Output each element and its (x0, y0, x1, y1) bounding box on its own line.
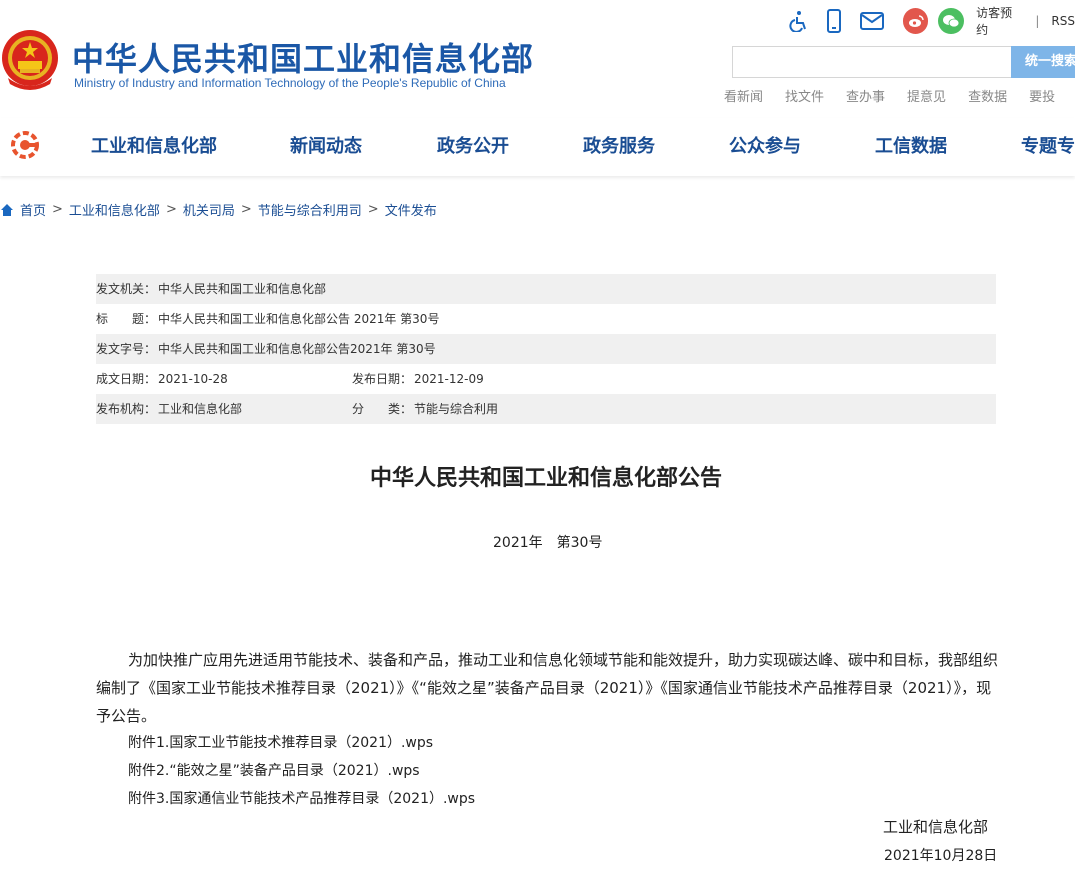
metadata-row-title: 标 题： 中华人民共和国工业和信息化部公告 2021年 第30号 (96, 304, 996, 334)
signature-org: 工业和信息化部 (883, 818, 989, 836)
written-date-value: 2021-10-28 (158, 372, 228, 386)
attachment-link-1[interactable]: 附件1.国家工业节能技术推荐目录（2021）.wps (128, 732, 433, 752)
docno-value: 中华人民共和国工业和信息化部公告2021年 第30号 (158, 342, 436, 356)
nav-item-gov-services[interactable]: 政务服务 (583, 132, 655, 158)
docno-label: 发文字号： (96, 342, 157, 356)
breadcrumb-documents[interactable]: 文件发布 (385, 200, 437, 219)
quick-links: 看新闻 找文件 查办事 提意见 查数据 要投 (724, 86, 1075, 105)
nav-item-data[interactable]: 工信数据 (875, 132, 947, 158)
org-value: 工业和信息化部 (158, 402, 243, 416)
weibo-icon[interactable] (902, 8, 929, 34)
attachment-link-2[interactable]: 附件2.“能效之星”装备产品目录（2021）.wps (128, 760, 420, 780)
metadata-row-issuer: 发文机关： 中华人民共和国工业和信息化部 (96, 274, 996, 304)
metadata-row-docno: 发文字号： 中华人民共和国工业和信息化部公告2021年 第30号 (96, 334, 996, 364)
quick-link-data[interactable]: 查数据 (968, 86, 1007, 105)
title-label: 标 题： (96, 312, 157, 326)
document-title: 中华人民共和国工业和信息化部公告 (369, 466, 722, 491)
quick-link-feedback[interactable]: 提意见 (907, 86, 946, 105)
metadata-row-org: 发布机构： 工业和信息化部 分 类： 节能与综合利用 (96, 394, 996, 424)
document-metadata-table: 发文机关： 中华人民共和国工业和信息化部 标 题： 中华人民共和国工业和信息化部… (96, 274, 996, 424)
nav-item-miit[interactable]: 工业和信息化部 (91, 132, 217, 158)
written-date-label: 成文日期： (96, 372, 157, 386)
search-button[interactable]: 统一搜索 (1011, 46, 1075, 78)
breadcrumb-separator: > (367, 202, 379, 217)
site-subtitle: Ministry of Industry and Information Tec… (74, 76, 506, 90)
document-body: 为加快推广应用先进适用节能技术、装备和产品，推动工业和信息化领域节能和能效提升，… (96, 651, 999, 725)
quick-link-services[interactable]: 查办事 (846, 86, 885, 105)
wechat-icon[interactable] (938, 8, 965, 34)
separator: | (1035, 14, 1040, 28)
breadcrumb-energy-saving-dept[interactable]: 节能与综合利用司 (258, 200, 362, 219)
breadcrumb-separator: > (165, 202, 177, 217)
quick-link-complaint[interactable]: 要投 (1029, 86, 1055, 105)
attachment-link-3[interactable]: 附件3.国家通信业节能技术产品推荐目录（2021）.wps (128, 788, 475, 808)
published-date-value: 2021-12-09 (414, 372, 484, 386)
breadcrumb: 首页 > 工业和信息化部 > 机关司局 > 节能与综合利用司 > 文件发布 (0, 200, 437, 219)
signature-date: 2021年10月28日 (884, 848, 998, 864)
nav-item-gov-affairs[interactable]: 政务公开 (437, 132, 509, 158)
breadcrumb-separator: > (240, 202, 252, 217)
category-label: 分 类： (352, 402, 413, 416)
rss-link[interactable]: RSS (1051, 14, 1075, 28)
top-utility-bar: 访客预约 | RSS (786, 6, 1075, 37)
visitor-appointment-link[interactable]: 访客预约 (976, 4, 1023, 38)
category-value: 节能与综合利用 (414, 402, 499, 416)
quick-link-files[interactable]: 找文件 (785, 86, 824, 105)
mail-icon[interactable] (857, 8, 887, 34)
site-header: 中华人民共和国工业和信息化部 Ministry of Industry and … (0, 0, 1075, 118)
mobile-icon[interactable] (822, 8, 848, 34)
breadcrumb-miit[interactable]: 工业和信息化部 (69, 200, 160, 219)
breadcrumb-departments[interactable]: 机关司局 (183, 200, 235, 219)
breadcrumb-separator: > (52, 202, 63, 217)
published-date-label: 发布日期： (352, 372, 413, 386)
issuer-value: 中华人民共和国工业和信息化部 (158, 282, 327, 296)
breadcrumb-home[interactable]: 首页 (20, 200, 46, 219)
quick-link-news[interactable]: 看新闻 (724, 86, 763, 105)
nav-item-topics[interactable]: 专题专 (1021, 132, 1075, 158)
nav-item-news[interactable]: 新闻动态 (290, 132, 362, 158)
search-input[interactable] (732, 46, 1012, 78)
national-emblem-icon[interactable] (0, 28, 60, 96)
title-value: 中华人民共和国工业和信息化部公告 2021年 第30号 (158, 312, 440, 326)
nav-item-participation[interactable]: 公众参与 (729, 132, 801, 158)
site-title[interactable]: 中华人民共和国工业和信息化部 (72, 34, 534, 80)
metadata-row-dates: 成文日期： 2021-10-28 发布日期： 2021-12-09 (96, 364, 996, 394)
accessibility-icon[interactable] (786, 8, 812, 34)
org-label: 发布机构： (96, 402, 157, 416)
home-icon[interactable] (0, 203, 14, 217)
issuer-label: 发文机关： (96, 282, 157, 296)
document-number: 2021年 第30号 (493, 535, 603, 551)
main-nav: 工业和信息化部 新闻动态 政务公开 政务服务 公众参与 工信数据 专题专 (0, 118, 1075, 176)
miit-logo-icon[interactable] (10, 130, 40, 160)
